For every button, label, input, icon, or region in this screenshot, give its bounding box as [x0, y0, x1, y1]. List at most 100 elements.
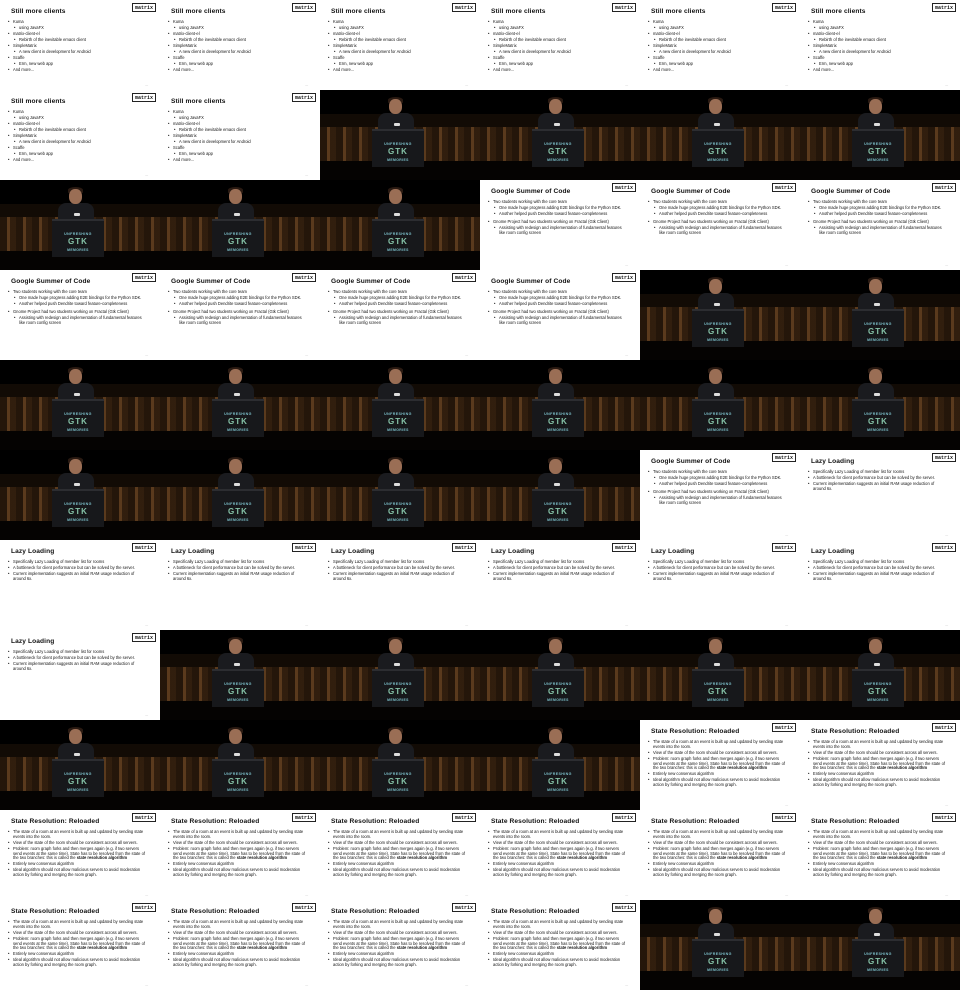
video-frame-thumbnail[interactable]: UNFRESHING GTK MEMORIES: [0, 450, 160, 540]
laptop-icon: [714, 303, 720, 306]
video-frame-thumbnail[interactable]: UNFRESHING GTK MEMORIES: [640, 360, 800, 450]
slide-page-marker: —: [465, 83, 468, 87]
slide-thumbnail[interactable]: State Resolution: Reloaded matrix The stat…: [160, 900, 320, 990]
slide-thumbnail[interactable]: State Resolution: Reloaded matrix The stat…: [640, 720, 800, 810]
slide-thumbnail[interactable]: Lazy Loading matrix Specifically Lazy Load…: [800, 540, 960, 630]
video-frame-thumbnail[interactable]: UNFRESHING GTK MEMORIES: [800, 90, 960, 180]
video-frame-thumbnail[interactable]: UNFRESHING GTK MEMORIES: [640, 900, 800, 990]
slide-bullet: The state of a room at an event is built…: [808, 829, 948, 840]
slide-bullet: Ideal algorithm should not allow malicio…: [488, 868, 628, 878]
matrix-logo: matrix: [291, 3, 316, 12]
slide-thumbnail[interactable]: State Resolution: Reloaded matrix The stat…: [0, 810, 160, 900]
slide-thumbnail[interactable]: Google Summer of Code matrix Two students …: [640, 450, 800, 540]
video-frame-thumbnail[interactable]: UNFRESHING GTK MEMORIES: [320, 720, 480, 810]
slide-thumbnail[interactable]: State Resolution: Reloaded matrix The stat…: [640, 810, 800, 900]
slide-page-marker: —: [145, 983, 148, 987]
slide-thumbnail[interactable]: State Resolution: Reloaded matrix The stat…: [160, 810, 320, 900]
laptop-icon: [714, 663, 720, 666]
video-frame-thumbnail[interactable]: UNFRESHING GTK MEMORIES: [480, 360, 640, 450]
video-frame-thumbnail[interactable]: UNFRESHING GTK MEMORIES: [640, 90, 800, 180]
slide-thumbnail[interactable]: Lazy Loading matrix Specifically Lazy Load…: [800, 450, 960, 540]
laptop-icon: [714, 933, 720, 936]
slide-thumbnail[interactable]: State Resolution: Reloaded matrix The stat…: [800, 810, 960, 900]
slide-thumbnail[interactable]: Google Summer of Code matrix Two students …: [160, 270, 320, 360]
video-frame-thumbnail[interactable]: UNFRESHING GTK MEMORIES: [800, 270, 960, 360]
speaker-head: [229, 369, 242, 384]
speaker-head: [709, 639, 722, 654]
video-frame-thumbnail[interactable]: UNFRESHING GTK MEMORIES: [480, 720, 640, 810]
slide-thumbnail[interactable]: Google Summer of Code matrix Two students …: [480, 180, 640, 270]
lectern: UNFRESHING GTK MEMORIES: [212, 759, 264, 797]
video-frame-thumbnail[interactable]: UNFRESHING GTK MEMORIES: [480, 90, 640, 180]
slide-thumbnail[interactable]: State Resolution: Reloaded matrix The stat…: [480, 900, 640, 990]
speaker-head: [229, 459, 242, 474]
lectern-text-bottom: MEMORIES: [67, 788, 89, 792]
slide-thumbnail[interactable]: Still more clients matrix Kumausing JavaFX…: [160, 90, 320, 180]
video-frame-thumbnail[interactable]: UNFRESHING GTK MEMORIES: [0, 360, 160, 450]
slide-bullet-list: Specifically Lazy Loading of member list…: [168, 559, 308, 583]
video-frame-thumbnail[interactable]: UNFRESHING GTK MEMORIES: [320, 360, 480, 450]
laptop-icon: [714, 123, 720, 126]
video-frame-thumbnail[interactable]: UNFRESHING GTK MEMORIES: [800, 630, 960, 720]
slide-bullet: Problem: room graph forks and then merge…: [488, 846, 628, 861]
slide-bullet: Ideal algorithm should not allow malicio…: [168, 958, 308, 968]
video-frame-thumbnail[interactable]: UNFRESHING GTK MEMORIES: [640, 270, 800, 360]
lectern-text-bottom: MEMORIES: [707, 968, 729, 972]
video-frame-thumbnail[interactable]: UNFRESHING GTK MEMORIES: [160, 180, 320, 270]
video-frame-thumbnail[interactable]: UNFRESHING GTK MEMORIES: [320, 630, 480, 720]
matrix-logo: matrix: [131, 273, 156, 282]
video-frame-thumbnail[interactable]: UNFRESHING GTK MEMORIES: [800, 360, 960, 450]
video-frame-thumbnail[interactable]: UNFRESHING GTK MEMORIES: [160, 630, 320, 720]
slide-thumbnail[interactable]: Google Summer of Code matrix Two students …: [0, 270, 160, 360]
slide-thumbnail[interactable]: Still more clients matrix Kumausing JavaFX…: [160, 0, 320, 90]
video-frame-thumbnail[interactable]: UNFRESHING GTK MEMORIES: [480, 450, 640, 540]
slide-thumbnail[interactable]: State Resolution: Reloaded matrix The stat…: [320, 810, 480, 900]
video-frame-thumbnail[interactable]: UNFRESHING GTK MEMORIES: [160, 720, 320, 810]
slide-thumbnail[interactable]: Google Summer of Code matrix Two students …: [640, 180, 800, 270]
lectern-text-top: UNFRESHING: [544, 412, 572, 416]
video-frame-thumbnail[interactable]: UNFRESHING GTK MEMORIES: [320, 450, 480, 540]
video-frame-thumbnail[interactable]: UNFRESHING GTK MEMORIES: [0, 180, 160, 270]
slide-thumbnail[interactable]: Google Summer of Code matrix Two students …: [480, 270, 640, 360]
matrix-logo: matrix: [291, 903, 316, 912]
slide-thumbnail[interactable]: Lazy Loading matrix Specifically Lazy Load…: [480, 540, 640, 630]
matrix-logo: matrix: [291, 813, 316, 822]
slide-thumbnail[interactable]: Still more clients matrix Kumausing JavaFX…: [320, 0, 480, 90]
slide-thumbnail[interactable]: Lazy Loading matrix Specifically Lazy Load…: [640, 540, 800, 630]
lectern-text-top: UNFRESHING: [64, 232, 92, 236]
lectern-text-logo: GTK: [548, 777, 568, 786]
slide-title: Lazy Loading: [651, 548, 695, 555]
slide-thumbnail[interactable]: State Resolution: Reloaded matrix The stat…: [800, 720, 960, 810]
slide-bullet: View of the state of the room should be …: [648, 840, 788, 846]
slide-thumbnail[interactable]: Lazy Loading matrix Specifically Lazy Load…: [0, 540, 160, 630]
slide-thumbnail[interactable]: Still more clients matrix Kumausing JavaFX…: [0, 90, 160, 180]
video-frame-thumbnail[interactable]: UNFRESHING GTK MEMORIES: [480, 630, 640, 720]
slide-bullet: Problem: room graph forks and then merge…: [8, 846, 148, 861]
lectern-text-top: UNFRESHING: [384, 232, 412, 236]
slide-thumbnail[interactable]: Still more clients matrix Kumausing JavaFX…: [640, 0, 800, 90]
video-frame-thumbnail[interactable]: UNFRESHING GTK MEMORIES: [160, 450, 320, 540]
video-frame-thumbnail[interactable]: UNFRESHING GTK MEMORIES: [320, 180, 480, 270]
slide-thumbnail[interactable]: Google Summer of Code matrix Two students …: [800, 180, 960, 270]
slide-thumbnail[interactable]: Still more clients matrix Kumausing JavaFX…: [0, 0, 160, 90]
matrix-logo: matrix: [451, 813, 476, 822]
slide-bullet: SimpleMatrix: [488, 43, 628, 49]
lectern-text-logo: GTK: [388, 777, 408, 786]
slide-bullet: Ideal algorithm should not allow malicio…: [648, 778, 788, 788]
video-frame-thumbnail[interactable]: UNFRESHING GTK MEMORIES: [800, 900, 960, 990]
video-frame-thumbnail[interactable]: UNFRESHING GTK MEMORIES: [160, 360, 320, 450]
slide-thumbnail[interactable]: Lazy Loading matrix Specifically Lazy Load…: [320, 540, 480, 630]
slide-page-marker: —: [465, 623, 468, 627]
slide-thumbnail[interactable]: Still more clients matrix Kumausing JavaFX…: [800, 0, 960, 90]
slide-thumbnail[interactable]: State Resolution: Reloaded matrix The stat…: [480, 810, 640, 900]
slide-thumbnail[interactable]: State Resolution: Reloaded matrix The stat…: [320, 900, 480, 990]
video-frame-thumbnail[interactable]: UNFRESHING GTK MEMORIES: [640, 630, 800, 720]
slide-thumbnail[interactable]: Lazy Loading matrix Specifically Lazy Load…: [160, 540, 320, 630]
lectern-text-bottom: MEMORIES: [67, 248, 89, 252]
video-frame-thumbnail[interactable]: UNFRESHING GTK MEMORIES: [320, 90, 480, 180]
video-frame-thumbnail[interactable]: UNFRESHING GTK MEMORIES: [0, 720, 160, 810]
slide-thumbnail[interactable]: Still more clients matrix Kumausing JavaFX…: [480, 0, 640, 90]
slide-thumbnail[interactable]: Google Summer of Code matrix Two students …: [320, 270, 480, 360]
slide-thumbnail[interactable]: Lazy Loading matrix Specifically Lazy Load…: [0, 630, 160, 720]
slide-thumbnail[interactable]: State Resolution: Reloaded matrix The stat…: [0, 900, 160, 990]
